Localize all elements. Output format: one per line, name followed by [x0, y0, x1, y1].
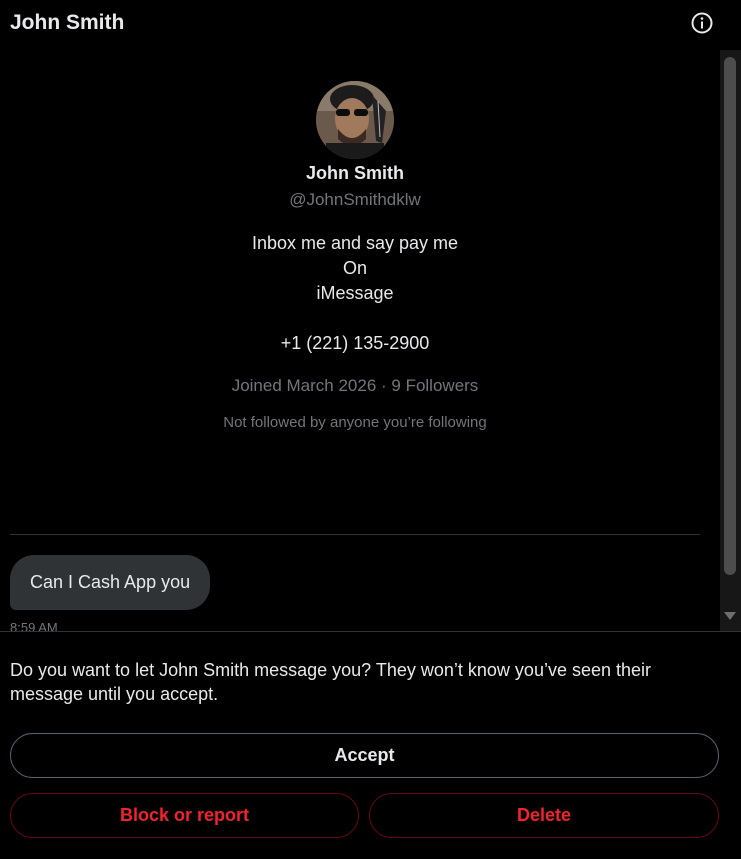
bio-line: Inbox me and say pay me: [251, 233, 459, 253]
scroll-down-arrow-icon[interactable]: [724, 612, 736, 620]
bio-line: On: [342, 258, 367, 278]
conversation-scroll-area[interactable]: John Smith @JohnSmithdklw Inbox me and s…: [0, 50, 741, 631]
bio-line: iMessage: [316, 283, 394, 303]
message-request-panel: Do you want to let John Smith message yo…: [0, 631, 741, 859]
delete-button[interactable]: Delete: [369, 793, 719, 838]
block-or-report-button[interactable]: Block or report: [10, 793, 359, 838]
profile-name[interactable]: John Smith: [0, 163, 710, 184]
profile-followed-by: Not followed by anyone you’re following: [223, 414, 487, 431]
message-bubble[interactable]: Can I Cash App you: [10, 555, 211, 610]
profile-handle: @JohnSmithdklw: [289, 190, 421, 209]
message-timestamp: 8:59 AM: [10, 620, 58, 631]
scrollbar-thumb[interactable]: [724, 57, 736, 575]
accept-button[interactable]: Accept: [10, 733, 719, 778]
info-icon[interactable]: [690, 11, 714, 35]
divider: [10, 534, 700, 535]
profile-joined-followers: Joined March 2026 · 9 Followers: [231, 376, 479, 395]
conversation-title: John Smith: [10, 11, 125, 34]
conversation-header: John Smith: [0, 0, 741, 50]
bio-phone: +1 (221) 135-2900: [280, 333, 430, 353]
avatar[interactable]: [316, 81, 394, 159]
message-request-prompt: Do you want to let John Smith message yo…: [10, 660, 652, 704]
